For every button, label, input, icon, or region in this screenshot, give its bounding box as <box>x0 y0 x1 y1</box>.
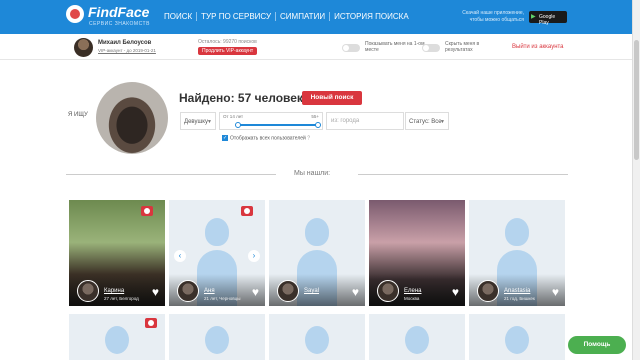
age-from-label: От 14 лет <box>223 114 244 119</box>
user-bar: Михаил Белоусов VIP-аккаунт - до 2019-01… <box>0 34 632 60</box>
card-meta: 27 лет, Белгород <box>104 296 139 301</box>
card-meta: Москва <box>404 296 420 301</box>
scrollbar-thumb[interactable] <box>634 40 639 160</box>
page-scrollbar[interactable] <box>632 0 640 360</box>
heart-icon[interactable]: ♥ <box>552 285 559 299</box>
brand-name[interactable]: FindFace <box>88 4 149 20</box>
card-info: Sayal ♥ <box>269 274 365 306</box>
searches-remaining: Осталось: 99270 поисков <box>198 39 257 45</box>
status-select[interactable]: Статус: Все ▼ <box>405 112 449 130</box>
card-info: Елена Москва ♥ <box>369 274 465 306</box>
profile-card[interactable] <box>469 314 565 360</box>
camera-icon[interactable] <box>145 318 157 328</box>
card-name[interactable]: Елена <box>404 288 422 294</box>
chevron-left-icon[interactable]: ‹ <box>174 250 186 262</box>
show-first-toggle[interactable] <box>342 44 360 52</box>
hide-me-label: Скрыть меня в результатах <box>445 41 480 53</box>
user-name[interactable]: Михаил Белоусов <box>98 40 151 46</box>
camera-icon[interactable] <box>141 206 153 216</box>
card-avatar[interactable] <box>77 280 99 302</box>
profile-card[interactable] <box>169 314 265 360</box>
profile-placeholder-icon <box>305 326 329 354</box>
profile-card[interactable] <box>269 314 365 360</box>
i-search-label: Я ИЩУ <box>68 112 88 118</box>
profile-card[interactable] <box>369 314 465 360</box>
app-promo-text: Скачай наше приложение, чтобы можно обща… <box>462 10 524 23</box>
gender-select[interactable]: Девушку ▼ <box>180 112 216 130</box>
card-avatar[interactable] <box>477 280 499 302</box>
status-value: Статус: Все <box>409 119 442 125</box>
profile-card[interactable]: ‹ › Аня 21 лет, Черновцы ♥ <box>169 200 265 306</box>
card-name[interactable]: Аня <box>204 288 215 294</box>
chevron-down-icon: ▼ <box>207 119 212 125</box>
card-info: Anastasia 21 год, Бишкек ♥ <box>469 274 565 306</box>
heart-icon[interactable]: ♥ <box>452 285 459 299</box>
heart-icon[interactable]: ♥ <box>352 285 359 299</box>
show-all-label: Отображать всех пользователей <box>230 135 306 142</box>
age-range-slider[interactable]: От 14 лет 55+ <box>219 112 323 130</box>
card-info: Карина 27 лет, Белгород ♥ <box>69 274 165 306</box>
google-play-button[interactable]: Google Play <box>529 11 567 26</box>
card-name[interactable]: Карина <box>104 288 124 294</box>
top-navbar: FindFace СЕРВИС ЗНАКОМСТВ ПОИСК ТУР ПО С… <box>0 0 632 34</box>
age-to-label: 55+ <box>311 114 319 119</box>
card-meta: 21 лет, Черновцы <box>204 296 241 301</box>
nav-search[interactable]: ПОИСК <box>160 12 196 21</box>
profile-placeholder-icon <box>105 326 129 354</box>
slider-track[interactable] <box>238 124 318 126</box>
profile-placeholder-icon <box>505 326 529 354</box>
profile-card[interactable]: Sayal ♥ <box>269 200 365 306</box>
profile-card[interactable] <box>69 314 165 360</box>
card-avatar[interactable] <box>377 280 399 302</box>
main-content: Я ИЩУ Найдено: 57 человек Новый поиск Де… <box>0 60 632 360</box>
profile-placeholder-icon <box>205 326 229 354</box>
nav-history[interactable]: ИСТОРИЯ ПОИСКА <box>329 12 413 21</box>
nav-tour[interactable]: ТУР ПО СЕРВИСУ <box>196 12 275 21</box>
age-max-handle[interactable] <box>315 122 321 128</box>
heart-icon[interactable]: ♥ <box>152 285 159 299</box>
show-first-label: Показывать меня на 1-ом месте <box>365 41 425 53</box>
chevron-down-icon: ▼ <box>440 119 445 125</box>
user-avatar[interactable] <box>74 38 93 57</box>
heart-icon[interactable]: ♥ <box>252 285 259 299</box>
help-circle-icon[interactable]: ? <box>307 135 310 141</box>
vip-status-link[interactable]: VIP-аккаунт - до 2019-01-21 <box>98 48 156 53</box>
card-info: Аня 21 лет, Черновцы ♥ <box>169 274 265 306</box>
checkmark-icon[interactable]: ✓ <box>222 135 228 141</box>
card-avatar[interactable] <box>277 280 299 302</box>
age-min-handle[interactable] <box>235 122 241 128</box>
chevron-right-icon[interactable]: › <box>248 250 260 262</box>
main-nav: ПОИСК ТУР ПО СЕРВИСУ СИМПАТИИ ИСТОРИЯ ПО… <box>160 12 413 21</box>
brand-subtitle: СЕРВИС ЗНАКОМСТВ <box>89 21 150 27</box>
show-all-checkbox[interactable]: ✓ Отображать всех пользователей ? <box>222 135 310 141</box>
card-meta: 21 год, Бишкек <box>504 296 535 301</box>
search-photo[interactable] <box>96 82 168 154</box>
profile-card[interactable]: Anastasia 21 год, Бишкек ♥ <box>469 200 565 306</box>
extend-vip-button[interactable]: Продлить VIP-аккаунт <box>198 47 258 55</box>
slider-fill <box>238 124 318 126</box>
profile-placeholder-icon <box>405 326 429 354</box>
card-name[interactable]: Sayal <box>304 288 319 294</box>
logout-link[interactable]: Выйти из аккаунта <box>512 44 564 50</box>
nav-likes[interactable]: СИМПАТИИ <box>275 12 329 21</box>
profile-card[interactable]: Елена Москва ♥ <box>369 200 465 306</box>
profile-card[interactable]: Карина 27 лет, Белгород ♥ <box>69 200 165 306</box>
new-search-button[interactable]: Новый поиск <box>302 91 362 105</box>
gender-value: Девушку <box>184 119 208 125</box>
findface-logo-icon[interactable] <box>66 5 84 23</box>
card-avatar[interactable] <box>177 280 199 302</box>
we-found-heading: Мы нашли: <box>294 170 331 177</box>
results-count: Найдено: 57 человек <box>179 91 303 105</box>
camera-icon[interactable] <box>241 206 253 216</box>
city-input[interactable]: из: города <box>326 112 404 130</box>
divider-left <box>66 174 276 175</box>
hide-me-toggle[interactable] <box>422 44 440 52</box>
help-button[interactable]: Помощь <box>568 336 626 354</box>
card-name[interactable]: Anastasia <box>504 288 530 294</box>
divider-right <box>358 174 568 175</box>
